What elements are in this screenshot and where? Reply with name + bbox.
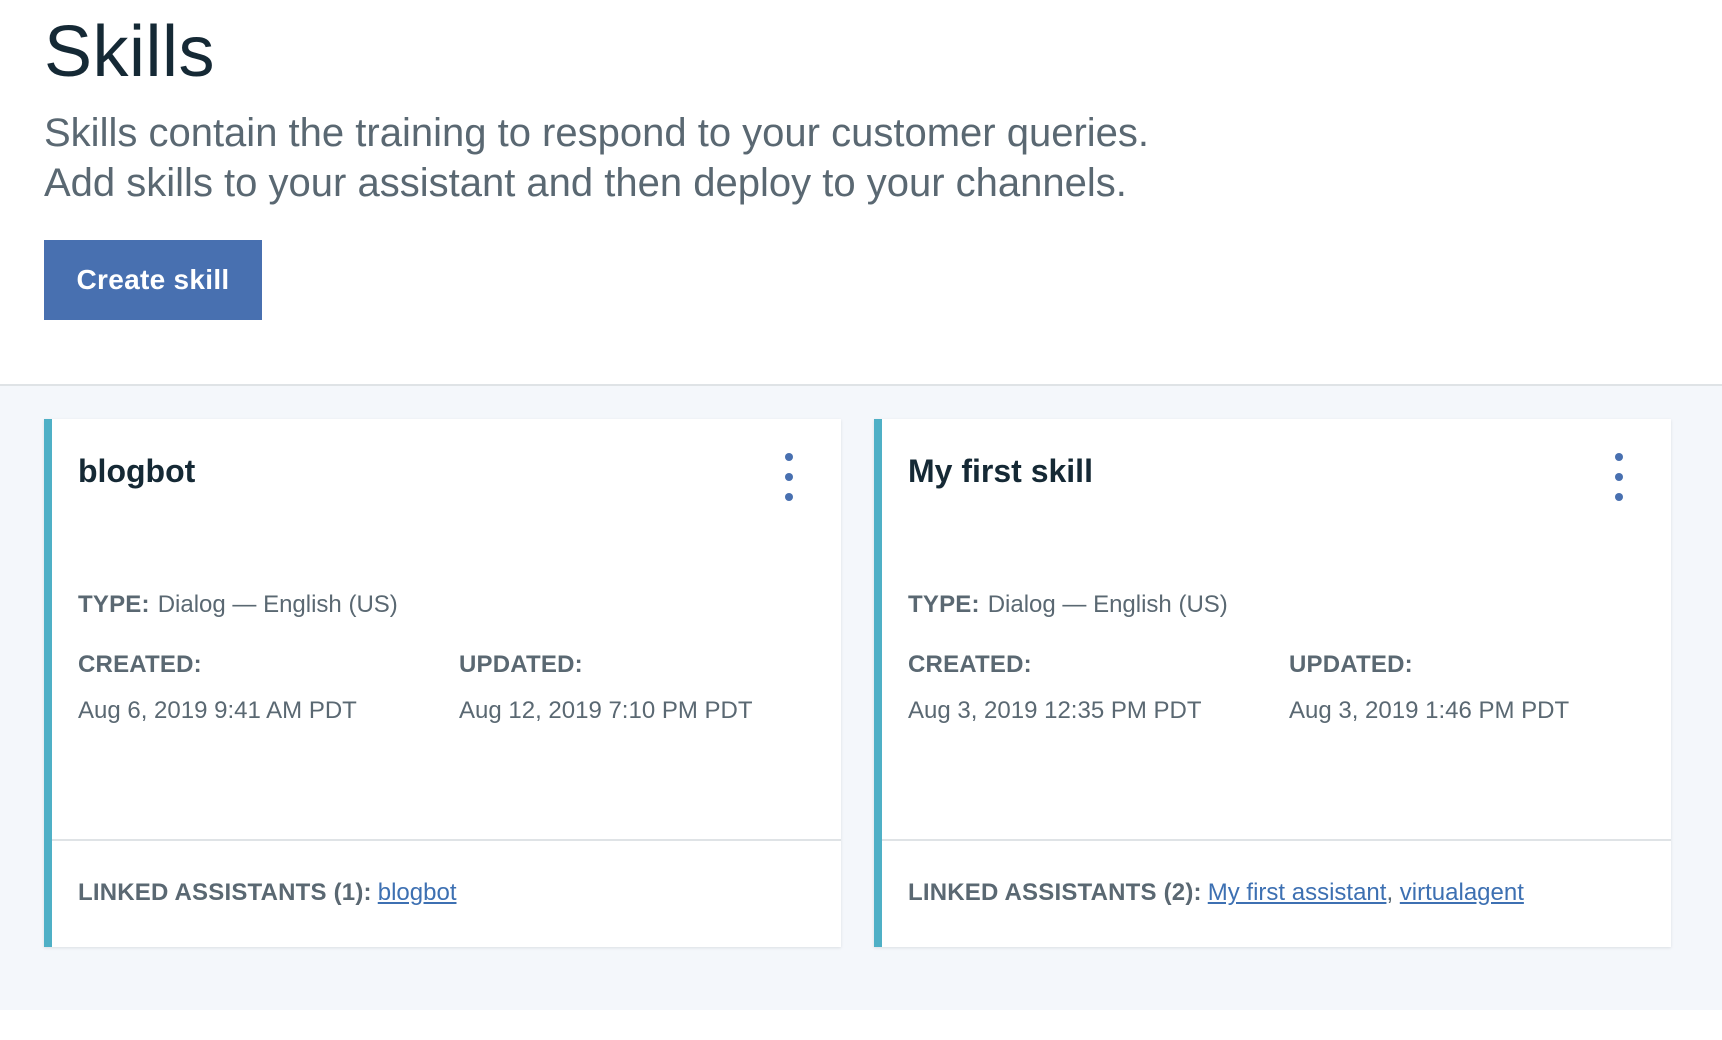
skill-title[interactable]: My first skill — [908, 453, 1093, 490]
link-separator: , — [1386, 879, 1394, 906]
skill-card-blogbot[interactable]: blogbot TYPE: Dialog — English (US) CREAT… — [44, 419, 841, 947]
created-label: CREATED: — [78, 651, 202, 678]
skill-type-value: Dialog — English (US) — [987, 591, 1228, 618]
created-block: CREATED: Aug 6, 2019 9:41 AM PDT — [78, 651, 357, 725]
type-label: TYPE: — [78, 591, 150, 618]
linked-assistants-label: LINKED ASSISTANTS (1): — [78, 879, 372, 906]
description-line-2: Add skills to your assistant and then de… — [44, 161, 1127, 205]
created-label: CREATED: — [908, 651, 1032, 678]
page-header: Skills Skills contain the training to re… — [0, 0, 1722, 386]
skills-card-grid: blogbot TYPE: Dialog — English (US) CREAT… — [0, 386, 1722, 1010]
type-label: TYPE: — [908, 591, 980, 618]
updated-label: UPDATED: — [459, 651, 583, 678]
updated-value: Aug 3, 2019 1:46 PM PDT — [1289, 697, 1570, 724]
updated-block: UPDATED: Aug 3, 2019 1:46 PM PDT — [1289, 651, 1569, 725]
skill-card-my-first-skill[interactable]: My first skill TYPE: Dialog — English (US… — [874, 419, 1671, 947]
skill-type-row: TYPE: Dialog — English (US) — [908, 591, 1228, 619]
skill-type-value: Dialog — English (US) — [157, 591, 398, 618]
linked-assistants-row: LINKED ASSISTANTS (1): blogbot — [78, 879, 457, 907]
description-line-1: Skills contain the training to respond t… — [44, 111, 1150, 155]
updated-value: Aug 12, 2019 7:10 PM PDT — [459, 697, 753, 724]
skill-title[interactable]: blogbot — [78, 453, 195, 490]
card-divider — [882, 839, 1671, 841]
skill-type-row: TYPE: Dialog — English (US) — [78, 591, 398, 619]
created-block: CREATED: Aug 3, 2019 12:35 PM PDT — [908, 651, 1202, 725]
created-value: Aug 6, 2019 9:41 AM PDT — [78, 697, 357, 724]
linked-assistant-link[interactable]: virtualagent — [1400, 879, 1524, 906]
page-title: Skills — [44, 12, 216, 92]
overflow-menu-vertical-icon[interactable] — [1607, 453, 1631, 501]
page-description: Skills contain the training to respond t… — [44, 108, 1344, 208]
linked-assistant-link[interactable]: blogbot — [378, 879, 457, 906]
updated-label: UPDATED: — [1289, 651, 1413, 678]
linked-assistant-link[interactable]: My first assistant — [1208, 879, 1387, 906]
linked-assistants-label: LINKED ASSISTANTS (2): — [908, 879, 1202, 906]
created-value: Aug 3, 2019 12:35 PM PDT — [908, 697, 1202, 724]
create-skill-button[interactable]: Create skill — [44, 240, 262, 320]
linked-assistants-row: LINKED ASSISTANTS (2): My first assistant… — [908, 879, 1524, 907]
card-divider — [52, 839, 841, 841]
updated-block: UPDATED: Aug 12, 2019 7:10 PM PDT — [459, 651, 753, 725]
overflow-menu-vertical-icon[interactable] — [777, 453, 801, 501]
